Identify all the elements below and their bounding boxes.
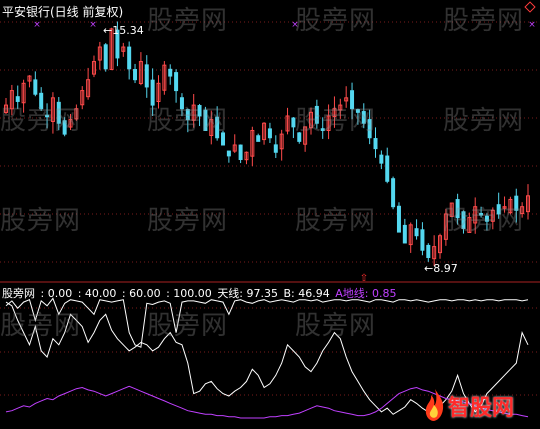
candle-body [144,64,149,88]
level-0: : 0.00 [40,287,73,300]
b-line-value: B: 46.94 [283,287,330,300]
candle-body [174,72,179,92]
candle-body [396,205,401,233]
watermark: 股旁网 [147,106,229,136]
signal-marker: ⇧ [360,273,368,284]
candle-body [133,69,138,81]
candle-body [373,138,378,150]
watermark: 股旁网 [443,6,525,36]
watermark: 股旁网 [0,106,82,136]
watermark: 股旁网 [295,106,377,136]
marker-x: × [528,20,536,30]
watermark: 股旁网 [147,206,229,236]
candle-body [103,44,108,70]
level-60: : 60.00 [121,287,161,300]
candle-body [273,144,278,153]
level-40: : 40.00 [77,287,117,300]
candle-body [426,244,431,258]
candle-body [127,46,132,70]
level-100: : 100.00 [166,287,212,300]
watermark: 股旁网 [147,6,229,36]
watermark: 股旁网 [443,206,525,236]
watermark: 股旁网 [0,206,82,236]
marker-x: × [89,20,97,30]
watermark: 股旁网 [295,6,377,36]
sky-line-value: 天线: 97.35 [217,287,279,300]
flame-icon [425,389,444,421]
candle-body [402,224,407,244]
indicator-name: 股旁网 [2,287,35,300]
logo-text: 智股网 [448,396,515,421]
candle-body [379,154,384,164]
watermark: 股旁网 [295,311,377,341]
indicator-legend: 股旁网 : 0.00 : 40.00 : 60.00 : 100.00 天线: … [2,285,399,301]
candle-body [420,229,425,251]
watermark: 股旁网 [0,311,82,341]
chart-title: 平安银行(日线 前复权) [2,5,124,19]
watermark: 股旁网 [147,311,229,341]
watermark: 股旁网 [295,206,377,236]
candle-body [226,150,231,157]
watermark: 股旁网 [443,106,525,136]
site-logo: 智股网 [420,386,538,426]
stock-chart-window[interactable]: × × × × ⇧ 平安银行(日线 前复权) ←15.34 ←8.97 股旁网 : 0.… [0,0,540,429]
sky-line [5,297,529,348]
high-price-label: ←15.34 [103,24,144,37]
a-line-value: A地线: 0.85 [335,287,397,300]
candle-body [391,178,396,208]
candle-body [256,135,261,142]
candle-body [238,144,243,161]
candle-body [33,79,38,95]
marker-x: × [33,20,41,30]
low-price-label: ←8.97 [424,262,458,275]
candle-body [414,228,419,237]
candle-body [385,155,390,182]
candle-body [168,68,173,77]
candle-body [267,128,272,139]
